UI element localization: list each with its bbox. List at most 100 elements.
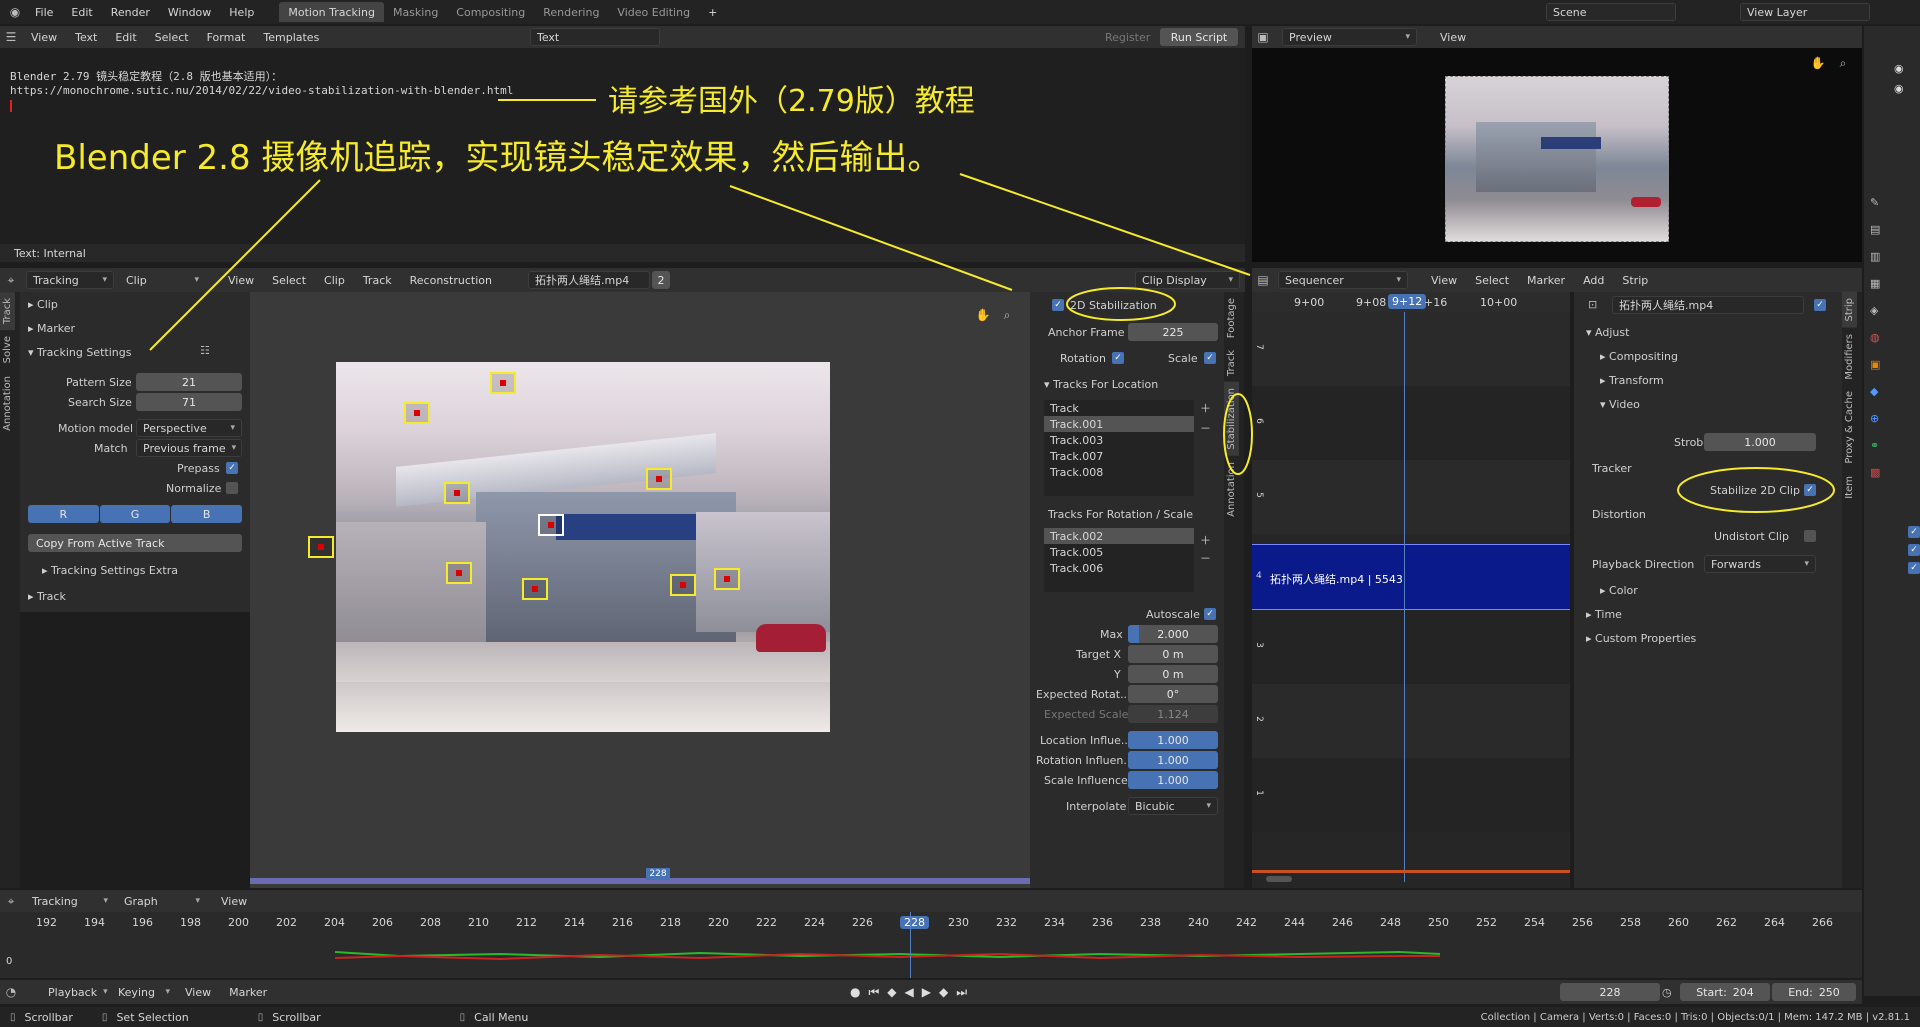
graph-view-dropdown[interactable]: Graph xyxy=(118,892,206,910)
track-marker-4[interactable] xyxy=(538,514,564,536)
section-marker[interactable]: ▸ Marker xyxy=(28,322,75,335)
play-reverse-icon[interactable]: ◀ xyxy=(905,985,914,1000)
add-workspace-button[interactable]: + xyxy=(699,6,726,19)
constraint-icon[interactable]: ⊕ xyxy=(1870,412,1890,425)
channel-g-button[interactable]: G xyxy=(99,505,171,523)
seq-menu-marker[interactable]: Marker xyxy=(1518,274,1574,287)
side-check-2[interactable]: ✓ xyxy=(1908,544,1920,556)
preview-mode-dropdown[interactable]: Preview xyxy=(1282,28,1417,46)
menu-help[interactable]: Help xyxy=(220,6,263,19)
stab-enable-checkbox[interactable]: ✓ xyxy=(1052,299,1064,311)
compositing-section[interactable]: ▸ Compositing xyxy=(1600,350,1678,363)
autoscale-checkbox[interactable]: ✓ xyxy=(1204,608,1216,620)
end-frame-field[interactable]: End: 250 xyxy=(1772,983,1856,1001)
track-marker-1[interactable] xyxy=(404,402,430,424)
output-icon[interactable]: ▥ xyxy=(1870,250,1890,263)
graph-editor-icon[interactable]: ⌖ xyxy=(0,892,22,910)
stabilize-clip-checkbox[interactable]: ✓ xyxy=(1804,484,1816,496)
text-menu-format[interactable]: Format xyxy=(198,31,255,44)
jump-end-icon[interactable]: ⏭ xyxy=(956,985,967,1000)
seq-time-current[interactable]: 9+12 xyxy=(1388,294,1427,309)
tab-rendering[interactable]: Rendering xyxy=(534,6,608,19)
track-marker-8[interactable] xyxy=(522,578,548,600)
preview-editor-icon[interactable]: ▣ xyxy=(1252,28,1274,46)
text-menu-text[interactable]: Text xyxy=(66,31,106,44)
playback-menu[interactable]: Playback xyxy=(42,983,112,1001)
timeline-menu-marker[interactable]: Marker xyxy=(220,986,276,999)
loc-track-2[interactable]: Track.003 xyxy=(1044,432,1194,448)
time-section[interactable]: ▸ Time xyxy=(1586,608,1622,621)
timeline-editor-icon[interactable]: ◔ xyxy=(0,983,22,1001)
eye-icon-1[interactable]: ◉ xyxy=(1894,62,1904,75)
clip-datablock[interactable]: 拓扑两人绳结.mp4 xyxy=(528,271,650,289)
register-checkbox[interactable]: Register xyxy=(1105,31,1150,44)
pattern-size-field[interactable]: 21 xyxy=(136,373,242,391)
preview-area[interactable]: ✋ ⌕ xyxy=(1252,48,1862,262)
graph-menu-view[interactable]: View xyxy=(212,895,256,908)
menu-file[interactable]: File xyxy=(26,6,62,19)
tab-stabilization[interactable]: Stabilization xyxy=(1224,382,1239,456)
clip-menu-track[interactable]: Track xyxy=(354,274,401,287)
text-menu-templates[interactable]: Templates xyxy=(254,31,328,44)
text-menu-select[interactable]: Select xyxy=(146,31,198,44)
seq-menu-select[interactable]: Select xyxy=(1466,274,1518,287)
menu-render[interactable]: Render xyxy=(102,6,159,19)
track-marker-3[interactable] xyxy=(444,482,470,504)
scale-checkbox[interactable]: ✓ xyxy=(1204,352,1216,364)
clip-zoom-icon[interactable]: ⌕ xyxy=(996,306,1018,324)
loc-remove-button[interactable]: － xyxy=(1200,420,1211,436)
rotation-checkbox[interactable]: ✓ xyxy=(1112,352,1124,364)
tab-item[interactable]: Item xyxy=(1842,470,1857,505)
world-icon[interactable]: ◍ xyxy=(1870,331,1890,344)
match-dropdown[interactable]: Previous frame xyxy=(136,439,242,457)
view-layer-icon[interactable]: ▦ xyxy=(1870,277,1890,290)
rot-tracks-list[interactable]: Track.002 Track.005 Track.006 xyxy=(1044,528,1194,592)
tool-icon[interactable]: ✎ xyxy=(1870,196,1890,209)
scene-icon[interactable]: ◈ xyxy=(1870,304,1890,317)
tab-solve[interactable]: Solve xyxy=(0,330,15,369)
target-y-field[interactable]: 0 m xyxy=(1128,665,1218,683)
sequencer-mode-dropdown[interactable]: Sequencer xyxy=(1278,271,1408,289)
interpolate-dropdown[interactable]: Bicubic xyxy=(1128,797,1218,815)
tab-masking[interactable]: Masking xyxy=(384,6,447,19)
seq-strip[interactable]: 4 拓扑两人绳结.mp4 | 5543 xyxy=(1252,544,1570,610)
graph-mode-dropdown[interactable]: Tracking xyxy=(26,892,114,910)
side-check-3[interactable]: ✓ xyxy=(1908,562,1920,574)
normalize-checkbox[interactable] xyxy=(226,482,238,494)
seq-h-scrollbar[interactable] xyxy=(1266,876,1292,882)
editor-type-icon[interactable]: ☰ xyxy=(0,28,22,46)
tab-proxy-cache[interactable]: Proxy & Cache xyxy=(1842,385,1857,470)
zoom-icon[interactable]: ⌕ xyxy=(1832,54,1854,72)
clip-editor-type-icon[interactable]: ⌖ xyxy=(0,271,22,289)
text-datablock[interactable]: Text xyxy=(530,28,660,46)
track-marker-7[interactable] xyxy=(446,562,472,584)
rot-track-2[interactable]: Track.006 xyxy=(1044,560,1194,576)
tab-compositing[interactable]: Compositing xyxy=(447,6,534,19)
strobe-field[interactable]: 1.000 xyxy=(1704,433,1816,451)
loc-track-1[interactable]: Track.001 xyxy=(1044,416,1194,432)
menu-edit[interactable]: Edit xyxy=(62,6,101,19)
clip-view-dropdown[interactable]: Clip xyxy=(120,271,205,289)
loc-tracks-header[interactable]: ▾ Tracks For Location xyxy=(1044,378,1158,391)
copy-from-active-button[interactable]: Copy From Active Track xyxy=(28,534,242,552)
loc-track-0[interactable]: Track xyxy=(1044,400,1194,416)
track-marker-5[interactable] xyxy=(646,468,672,490)
prepass-checkbox[interactable]: ✓ xyxy=(226,462,238,474)
section-tracking-extra[interactable]: ▸ Tracking Settings Extra xyxy=(42,564,178,577)
playback-dir-dropdown[interactable]: Forwards xyxy=(1704,555,1816,573)
custom-props-section[interactable]: ▸ Custom Properties xyxy=(1586,632,1696,645)
anchor-frame-field[interactable]: 225 xyxy=(1128,323,1218,341)
object-icon[interactable]: ▣ xyxy=(1870,358,1890,371)
loc-track-4[interactable]: Track.008 xyxy=(1044,464,1194,480)
text-menu-view[interactable]: View xyxy=(22,31,66,44)
tab-modifiers[interactable]: Modifiers xyxy=(1842,328,1857,386)
loc-tracks-list[interactable]: Track Track.001 Track.003 Track.007 Trac… xyxy=(1044,400,1194,496)
section-tracking-settings[interactable]: ▾ Tracking Settings xyxy=(28,346,131,359)
section-track[interactable]: ▸ Track xyxy=(28,590,66,603)
clip-mode-dropdown[interactable]: Tracking xyxy=(26,271,114,289)
pan-hand-icon[interactable]: ✋ xyxy=(1807,54,1829,72)
rot-add-button[interactable]: ＋ xyxy=(1200,532,1211,548)
data-icon[interactable]: ⚭ xyxy=(1870,439,1890,452)
graph-area[interactable]: 192 194 196 198 200 202 204 206 208 210 212 214 216 2… xyxy=(0,912,1862,978)
color-section[interactable]: ▸ Color xyxy=(1600,584,1638,597)
